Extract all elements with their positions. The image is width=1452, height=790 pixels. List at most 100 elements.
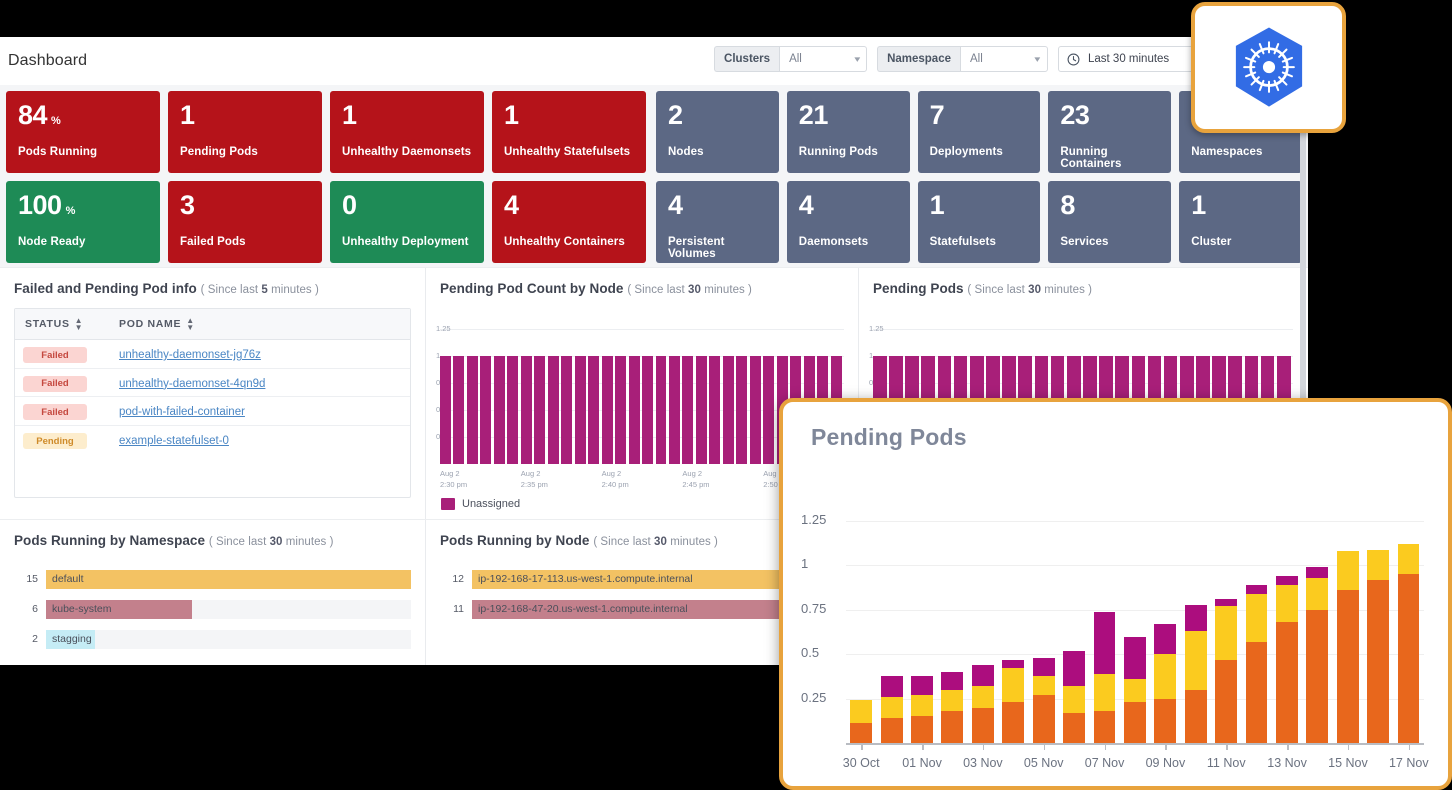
bar[interactable] xyxy=(534,356,546,464)
bar-segment xyxy=(1306,567,1329,578)
stacked-bar[interactable] xyxy=(1180,498,1210,743)
stacked-bar[interactable] xyxy=(846,498,876,743)
subtitle-post: minutes ) xyxy=(666,536,718,548)
bar[interactable] xyxy=(480,356,492,464)
stacked-bar[interactable] xyxy=(998,498,1028,743)
stacked-bar[interactable] xyxy=(1363,498,1393,743)
bar[interactable] xyxy=(547,356,559,464)
kpi-label: Nodes xyxy=(668,146,704,158)
kpi-tile-unhealthy daemonsets[interactable]: 1 Unhealthy Daemonsets xyxy=(330,91,484,173)
status-badge: Failed xyxy=(23,375,87,392)
kpi-tile-services[interactable]: 8 Services xyxy=(1048,181,1172,263)
pending-pods-stacked-chart[interactable]: 1.25 1 0.75 0.5 0.25 30 Oct 01 Nov 03 No… xyxy=(783,476,1448,786)
screenshot-root: Dashboard Clusters All ▾ Namespace All ▾ xyxy=(0,0,1452,790)
stacked-bar[interactable] xyxy=(1089,498,1119,743)
chart-legend[interactable]: Unassigned xyxy=(441,498,520,510)
sort-icon[interactable]: ▲ ▼ xyxy=(75,316,84,331)
bar-segment xyxy=(1215,659,1238,743)
bar[interactable] xyxy=(763,356,775,464)
bar[interactable] xyxy=(493,356,505,464)
stacked-bar[interactable] xyxy=(1302,498,1332,743)
column-header-status[interactable]: STATUS ▲ ▼ xyxy=(15,309,109,339)
bar[interactable] xyxy=(709,356,721,464)
kpi-tile-persistent volumes[interactable]: 4 Persistent Volumes xyxy=(656,181,779,263)
table-row[interactable]: Failed unhealthy-daemonset-jg76z xyxy=(15,340,410,369)
table-row[interactable]: Failed pod-with-failed-container xyxy=(15,397,410,426)
bar[interactable] xyxy=(588,356,600,464)
kpi-tile-unhealthy containers[interactable]: 4 Unhealthy Containers xyxy=(492,181,646,263)
bar[interactable] xyxy=(642,356,653,464)
list-item[interactable]: 2 stagging xyxy=(0,624,425,654)
x-axis-tick-mark xyxy=(922,743,924,750)
stacked-bar[interactable] xyxy=(937,498,967,743)
stacked-bar[interactable] xyxy=(1059,498,1089,743)
list-item[interactable]: 15 default xyxy=(0,564,425,594)
bar[interactable] xyxy=(520,356,532,464)
stacked-bar[interactable] xyxy=(1393,498,1423,743)
stacked-bar[interactable] xyxy=(1028,498,1058,743)
stacked-bar[interactable] xyxy=(1241,498,1271,743)
pod-name-link[interactable]: unhealthy-daemonset-jg76z xyxy=(119,349,261,361)
column-header-pod-name[interactable]: POD NAME ▲ ▼ xyxy=(109,309,205,339)
pending-pods-overlay-card: Pending Pods 1.25 1 0.75 0.5 0.25 30 Oct… xyxy=(779,398,1452,790)
bar[interactable] xyxy=(736,356,748,464)
stacked-bar[interactable] xyxy=(968,498,998,743)
x-axis-tick: Aug 2 2:40 pm xyxy=(601,469,629,490)
kpi-tile-pods running[interactable]: 84% Pods Running xyxy=(6,91,160,173)
kpi-tile-unhealthy deployment[interactable]: 0 Unhealthy Deployment xyxy=(330,181,484,263)
kpi-tile-running pods[interactable]: 21 Running Pods xyxy=(786,91,910,173)
kpi-tile-unhealthy statefulsets[interactable]: 1 Unhealthy Statefulsets xyxy=(492,91,646,173)
kpi-tile-nodes[interactable]: 2 Nodes xyxy=(656,91,779,173)
legend-swatch xyxy=(441,498,455,510)
kpi-unit: % xyxy=(51,115,61,127)
bar[interactable] xyxy=(440,356,451,464)
bar[interactable] xyxy=(722,356,734,464)
kpi-tile-statefulsets[interactable]: 1 Statefulsets xyxy=(917,181,1041,263)
namespace-select[interactable]: All ▾ xyxy=(960,46,1048,72)
kpi-tile-daemonsets[interactable]: 4 Daemonsets xyxy=(786,181,910,263)
stacked-bar[interactable] xyxy=(1211,498,1241,743)
bar[interactable] xyxy=(749,356,761,464)
bar-segment xyxy=(1154,654,1177,699)
bar-segment xyxy=(880,675,903,697)
bar-segment xyxy=(1245,593,1268,642)
namespace-filter[interactable]: Namespace All ▾ xyxy=(877,46,1048,72)
stacked-bar[interactable] xyxy=(1272,498,1302,743)
clusters-select[interactable]: All ▾ xyxy=(779,46,868,72)
bar[interactable] xyxy=(466,356,478,464)
kpi-tile-cluster[interactable]: 1 Cluster xyxy=(1179,181,1302,263)
vertical-scrollbar-thumb[interactable] xyxy=(1300,89,1306,419)
kpi-tile-deployments[interactable]: 7 Deployments xyxy=(917,91,1041,173)
list-item[interactable]: 6 kube-system xyxy=(0,594,425,624)
bar[interactable] xyxy=(668,356,680,464)
bar[interactable] xyxy=(615,356,627,464)
bar[interactable] xyxy=(601,356,613,464)
pod-name-link[interactable]: pod-with-failed-container xyxy=(119,406,245,418)
stacked-bar[interactable] xyxy=(1150,498,1180,743)
kpi-tile-running containers[interactable]: 23 Running Containers xyxy=(1048,91,1172,173)
pod-name-link[interactable]: example-statefulset-0 xyxy=(119,435,229,447)
bar[interactable] xyxy=(682,356,694,464)
bar[interactable] xyxy=(453,356,465,464)
stacked-bar[interactable] xyxy=(876,498,906,743)
bar[interactable] xyxy=(655,356,667,464)
stacked-bar[interactable] xyxy=(1333,498,1363,743)
kpi-tile-failed pods[interactable]: 3 Failed Pods xyxy=(168,181,322,263)
bar[interactable] xyxy=(628,356,640,464)
table-row[interactable]: Failed unhealthy-daemonset-4qn9d xyxy=(15,369,410,398)
sort-icon[interactable]: ▲ ▼ xyxy=(186,316,195,331)
bar[interactable] xyxy=(574,356,586,464)
bar[interactable] xyxy=(695,356,707,464)
bar[interactable] xyxy=(561,356,573,464)
bar[interactable] xyxy=(507,356,519,464)
kpi-tile-pending pods[interactable]: 1 Pending Pods xyxy=(168,91,322,173)
kpi-tile-node ready[interactable]: 100% Node Ready xyxy=(6,181,160,263)
stacked-bar-series xyxy=(846,498,1424,743)
pod-name-link[interactable]: unhealthy-daemonset-4qn9d xyxy=(119,378,265,390)
stacked-bar[interactable] xyxy=(907,498,937,743)
bar-segment xyxy=(1093,611,1116,674)
table-row[interactable]: Pending example-statefulset-0 xyxy=(15,426,410,455)
clusters-filter[interactable]: Clusters All ▾ xyxy=(714,46,868,72)
failed-pending-pod-info-panel: Failed and Pending Pod info ( Since last… xyxy=(0,268,425,519)
stacked-bar[interactable] xyxy=(1120,498,1150,743)
